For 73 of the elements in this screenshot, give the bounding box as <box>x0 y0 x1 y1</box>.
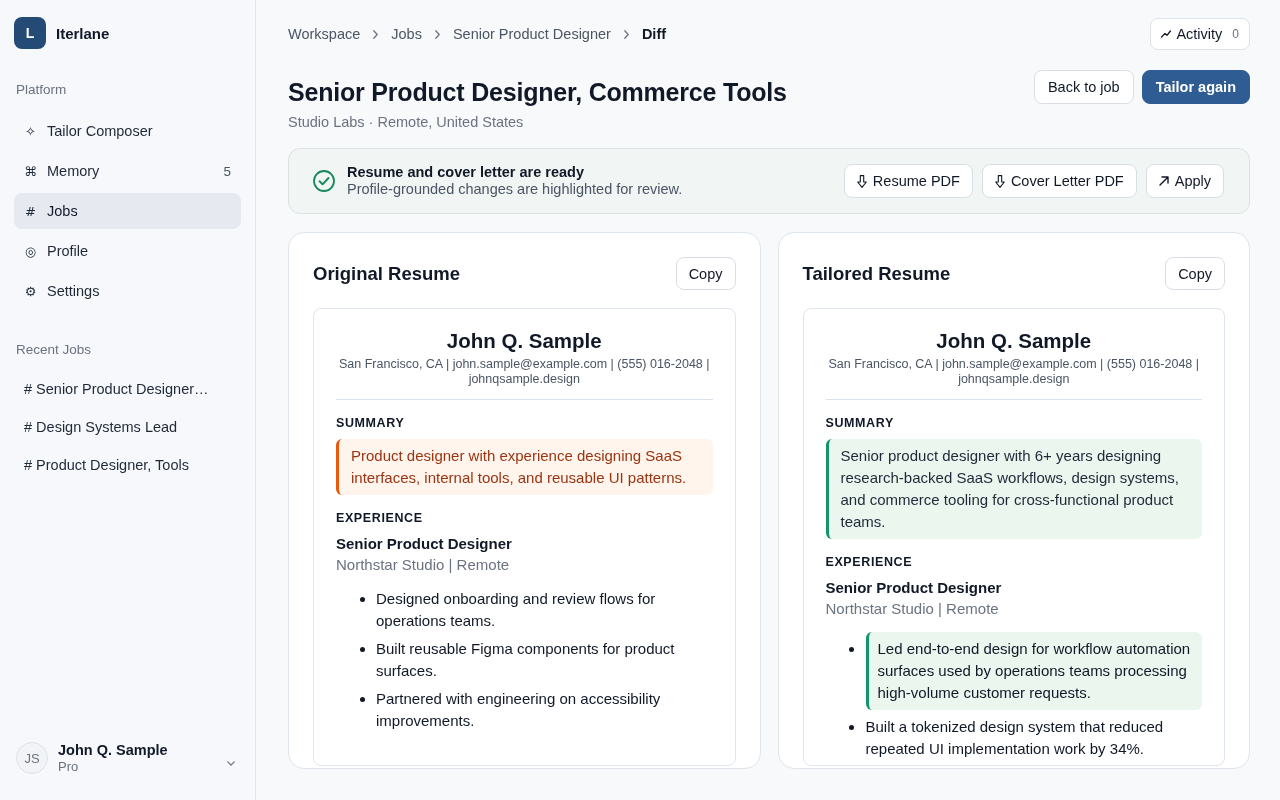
candidate-name: John Q. Sample <box>445 328 603 354</box>
gear-icon: ⚙ <box>24 283 37 299</box>
zigzag-icon <box>1161 30 1172 38</box>
candidate-name: John Q. Sample <box>935 328 1093 354</box>
bullet-text: Led end-to-end design for workflow automation surfaces used by operations teams processing high-volume customer requests. <box>865 632 1202 710</box>
down-arrow-icon <box>994 174 1005 188</box>
bullet-icon <box>849 724 854 730</box>
breadcrumb-link[interactable]: Senior Product Designer <box>452 26 611 42</box>
download-button[interactable]: Resume PDF <box>843 164 973 198</box>
down-arrow-icon <box>856 174 867 188</box>
nav-item[interactable]: ◎ Profile <box>14 233 241 269</box>
banner-title: Resume and cover letter are ready <box>347 164 585 181</box>
avatar: JS <box>16 742 48 774</box>
job-company: Northstar Studio | Remote <box>336 555 511 575</box>
sparkle-icon: ✧ <box>24 123 37 139</box>
user-name: John Q. Sample <box>58 742 168 759</box>
bullet-icon <box>359 646 365 652</box>
section-heading: SUMMARY <box>825 415 895 431</box>
back-button[interactable]: Back to job <box>1033 70 1134 104</box>
section-heading: EXPERIENCE <box>336 510 424 526</box>
chevron-right-icon <box>434 29 440 39</box>
section-heading: SUMMARY <box>336 415 406 431</box>
apply-button[interactable]: Apply <box>1145 164 1224 198</box>
card-title: Original Resume <box>313 262 460 285</box>
user-plan: Pro <box>58 759 80 774</box>
nav-item[interactable]: # Jobs <box>14 193 241 229</box>
chevron-right-icon <box>373 29 379 39</box>
bullet-text: Built reusable Figma components for product surfaces. <box>376 639 676 681</box>
bullet-text: Designed onboarding and review flows for operations teams. <box>376 589 657 631</box>
hash-icon: # <box>24 203 37 219</box>
contact-info: San Francisco, CA | john.sample@example.com | (555) 016-2048 | johnqsample.design <box>338 357 711 387</box>
download-button[interactable]: Cover Letter PDF <box>981 164 1137 198</box>
bullet-icon <box>359 596 365 602</box>
nav-item[interactable]: ⌘ Memory 5 <box>14 153 241 189</box>
recent-job-item[interactable]: # Design Systems Lead <box>14 410 241 444</box>
contact-info: San Francisco, CA | john.sample@example.com | (555) 016-2048 | johnqsample.design <box>827 357 1200 387</box>
bullet-text: Built a tokenized design system that reduced repeated UI implementation work by 34%. <box>865 717 1165 759</box>
job-role: Senior Product Designer <box>336 534 513 554</box>
activity-button[interactable]: Activity 0 <box>1150 18 1250 50</box>
bullet-icon <box>359 696 365 702</box>
card-title: Tailored Resume <box>802 262 951 285</box>
arrow-up-right-icon <box>1158 176 1169 186</box>
check-circle-icon <box>313 170 335 192</box>
breadcrumb-current: Diff <box>641 26 667 42</box>
bullet-icon <box>849 646 854 652</box>
job-subtitle: Studio Labs · Remote, United States <box>288 113 525 132</box>
breadcrumb-link[interactable]: Jobs <box>391 26 422 42</box>
logo-tile: L <box>14 17 46 49</box>
section-label: Platform <box>15 82 68 98</box>
recent-job-item[interactable]: # Senior Product Designer… <box>14 372 241 406</box>
tailor-button[interactable]: Tailor again <box>1141 70 1250 104</box>
nav-item[interactable]: ✧ Tailor Composer <box>14 113 241 149</box>
bullet-text: Partnered with engineering on accessibility improvements. <box>376 689 662 731</box>
section-label: Recent Jobs <box>15 342 93 358</box>
double-circle-icon: ◎ <box>24 243 37 259</box>
breadcrumb-link[interactable]: Workspace <box>288 26 361 42</box>
copy-button[interactable]: Copy <box>1165 257 1225 290</box>
activity-count: 0 <box>1232 27 1239 41</box>
job-company: Northstar Studio | Remote <box>825 599 1000 619</box>
job-role: Senior Product Designer <box>825 578 1003 598</box>
chevron-down-icon <box>227 760 235 766</box>
brand-name: Iterlane <box>56 24 110 42</box>
banner-message: Profile-grounded changes are highlighted for review. <box>347 181 683 198</box>
command-key-icon: ⌘ <box>24 163 37 179</box>
section-heading: EXPERIENCE <box>825 554 914 570</box>
recent-job-item[interactable]: # Product Designer, Tools <box>14 448 241 482</box>
summary-text: Senior product designer with 6+ years designing research-backed SaaS workflows, design systems, and commerce tooling for cross-functional product teams. <box>825 439 1202 539</box>
copy-button[interactable]: Copy <box>675 257 736 290</box>
job-title: Senior Product Designer, Commerce Tools <box>288 77 787 108</box>
chevron-right-icon <box>623 29 629 39</box>
nav-item[interactable]: ⚙ Settings <box>14 273 241 309</box>
item-count: 5 <box>223 163 231 179</box>
summary-text: Product designer with experience designing SaaS interfaces, internal tools, and reusable UI patterns. <box>336 439 713 495</box>
